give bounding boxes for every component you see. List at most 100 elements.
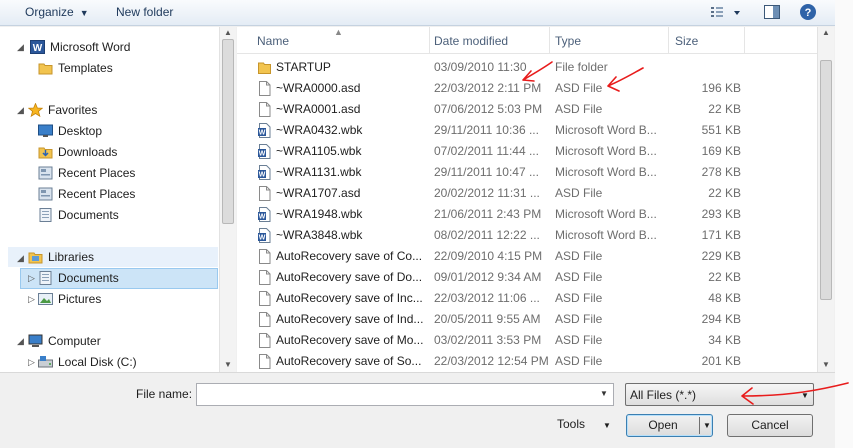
blank-file-icon bbox=[259, 333, 271, 348]
blank-file-icon bbox=[259, 81, 271, 96]
file-row[interactable]: AutoRecovery save of Mo... 03/02/2011 3:5… bbox=[237, 330, 817, 351]
column-divider[interactable] bbox=[549, 27, 550, 53]
column-divider[interactable] bbox=[744, 27, 745, 53]
file-date: 09/01/2012 9:34 AM bbox=[434, 270, 542, 284]
file-size: 201 KB bbox=[701, 354, 741, 368]
file-name: ~WRA1105.wbk bbox=[276, 144, 362, 158]
nav-item-label: Microsoft Word bbox=[50, 40, 131, 54]
open-button[interactable]: Open ▼ bbox=[626, 414, 713, 437]
cancel-button[interactable]: Cancel bbox=[727, 414, 813, 437]
word-file-icon: W bbox=[258, 165, 271, 180]
file-type: ASD File bbox=[555, 249, 603, 263]
chevron-down-icon[interactable]: ▼ bbox=[703, 415, 711, 436]
file-name: ~WRA1948.wbk bbox=[276, 207, 363, 221]
scroll-up-icon[interactable]: ▲ bbox=[822, 28, 830, 37]
change-view-button[interactable] bbox=[708, 4, 742, 22]
file-row[interactable]: AutoRecovery save of Co... 22/09/2010 4:1… bbox=[237, 246, 817, 267]
file-size: 278 KB bbox=[701, 165, 741, 179]
file-list-scrollbar[interactable]: ▲ ▼ bbox=[817, 27, 834, 372]
column-header-name[interactable]: Name bbox=[257, 34, 289, 48]
svg-text:W: W bbox=[259, 235, 266, 242]
scroll-up-icon[interactable]: ▲ bbox=[224, 28, 232, 37]
file-type: Microsoft Word B... bbox=[555, 207, 657, 221]
file-date: 03/02/2011 3:53 PM bbox=[434, 333, 542, 347]
computer-icon bbox=[28, 334, 43, 347]
column-header-size[interactable]: Size bbox=[675, 34, 698, 48]
preview-pane-icon bbox=[764, 5, 780, 19]
file-name: ~WRA1131.wbk bbox=[276, 165, 362, 179]
scrollbar-thumb[interactable] bbox=[222, 39, 234, 224]
file-type: Microsoft Word B... bbox=[555, 165, 657, 179]
window-edge bbox=[835, 0, 853, 448]
file-type: ASD File bbox=[555, 354, 603, 368]
file-row[interactable]: ~WRA1707.asd 20/02/2012 11:31 ... ASD File… bbox=[237, 183, 817, 204]
column-header-type[interactable]: Type bbox=[555, 34, 581, 48]
file-row[interactable]: W ~WRA1131.wbk 29/11/2011 10:47 ... Microso… bbox=[237, 162, 817, 183]
blank-file-icon bbox=[259, 270, 271, 285]
file-row[interactable]: ~WRA0001.asd 07/06/2012 5:03 PM ASD File 22… bbox=[237, 99, 817, 120]
column-divider[interactable] bbox=[429, 27, 430, 53]
file-name-input[interactable] bbox=[196, 383, 614, 406]
file-date: 08/02/2011 12:22 ... bbox=[434, 228, 540, 242]
navigation-scrollbar[interactable]: ▲ ▼ bbox=[219, 27, 236, 372]
file-row[interactable]: ~WRA0000.asd 22/03/2012 2:11 PM ASD File 19… bbox=[237, 78, 817, 99]
file-row[interactable]: AutoRecovery save of Ind... 20/05/2011 9:… bbox=[237, 309, 817, 330]
file-row[interactable]: STARTUP 03/09/2010 11:30 File folder bbox=[237, 57, 817, 78]
expand-icon[interactable]: ▷ bbox=[28, 357, 35, 368]
file-name: ~WRA0000.asd bbox=[276, 81, 361, 95]
preview-pane-button[interactable] bbox=[763, 4, 781, 20]
file-size: 229 KB bbox=[701, 249, 741, 263]
recent-places-icon bbox=[38, 166, 53, 180]
file-size: 551 KB bbox=[701, 123, 741, 137]
file-type: Microsoft Word B... bbox=[555, 123, 657, 137]
file-row[interactable]: W ~WRA1948.wbk 21/06/2011 2:43 PM Microsoft… bbox=[237, 204, 817, 225]
file-row[interactable]: AutoRecovery save of Inc... 22/03/2012 11… bbox=[237, 288, 817, 309]
column-headers: ▲ Name Date modified Type Size bbox=[237, 27, 817, 54]
help-button[interactable]: ? bbox=[799, 3, 817, 21]
expand-icon[interactable]: ▷ bbox=[28, 273, 35, 284]
help-icon: ? bbox=[800, 4, 816, 20]
file-row[interactable]: W ~WRA1105.wbk 07/02/2011 11:44 ... Microso… bbox=[237, 141, 817, 162]
file-type-filter[interactable]: All Files (*.*) ▼ bbox=[625, 383, 814, 406]
file-size: 48 KB bbox=[708, 291, 741, 305]
tools-menu-button[interactable]: Tools ▼ bbox=[557, 417, 611, 431]
file-date: 07/02/2011 11:44 ... bbox=[434, 144, 539, 158]
scrollbar-thumb[interactable] bbox=[820, 60, 832, 300]
organize-label: Organize bbox=[25, 5, 74, 19]
navigation-pane: ◢ W Microsoft Word Templates ◢ Favorites… bbox=[0, 27, 236, 372]
collapse-icon[interactable]: ◢ bbox=[17, 105, 24, 116]
file-row[interactable]: AutoRecovery save of Do... 09/01/2012 9:3… bbox=[237, 267, 817, 288]
expand-icon[interactable]: ▷ bbox=[28, 294, 35, 305]
scroll-down-icon[interactable]: ▼ bbox=[224, 360, 232, 369]
organize-menu-button[interactable]: Organize ▼ bbox=[25, 5, 89, 19]
file-size: 169 KB bbox=[701, 144, 741, 158]
collapse-icon[interactable]: ◢ bbox=[17, 336, 24, 347]
file-name: ~WRA3848.wbk bbox=[276, 228, 363, 242]
svg-text:W: W bbox=[33, 43, 43, 54]
collapse-icon[interactable]: ◢ bbox=[17, 253, 24, 264]
new-folder-button[interactable]: New folder bbox=[116, 5, 173, 19]
chevron-down-icon[interactable]: ▼ bbox=[600, 389, 608, 398]
libraries-icon bbox=[28, 252, 43, 264]
file-type: ASD File bbox=[555, 333, 603, 347]
column-divider[interactable] bbox=[668, 27, 669, 53]
nav-item-label: Recent Places bbox=[58, 187, 136, 201]
file-date: 21/06/2011 2:43 PM bbox=[434, 207, 542, 221]
file-name: AutoRecovery save of Inc... bbox=[276, 291, 423, 305]
file-type: ASD File bbox=[555, 102, 603, 116]
file-row[interactable]: W ~WRA3848.wbk 08/02/2011 12:22 ... Microso… bbox=[237, 225, 817, 246]
column-header-date[interactable]: Date modified bbox=[434, 34, 508, 48]
split-divider bbox=[699, 417, 700, 434]
svg-text:W: W bbox=[259, 214, 266, 221]
blank-file-icon bbox=[259, 102, 271, 117]
file-date: 03/09/2010 11:30 bbox=[434, 60, 527, 74]
file-row[interactable]: W ~WRA0432.wbk 29/11/2011 10:36 ... Microso… bbox=[237, 120, 817, 141]
word-file-icon: W bbox=[258, 144, 271, 159]
collapse-icon[interactable]: ◢ bbox=[17, 42, 24, 53]
scroll-down-icon[interactable]: ▼ bbox=[822, 360, 830, 369]
file-row[interactable]: AutoRecovery save of So... 22/03/2012 12:… bbox=[237, 351, 817, 372]
nav-item-label: Documents bbox=[58, 271, 119, 285]
file-size: 22 KB bbox=[708, 102, 741, 116]
word-icon: W bbox=[30, 40, 45, 54]
blank-file-icon bbox=[259, 186, 271, 201]
